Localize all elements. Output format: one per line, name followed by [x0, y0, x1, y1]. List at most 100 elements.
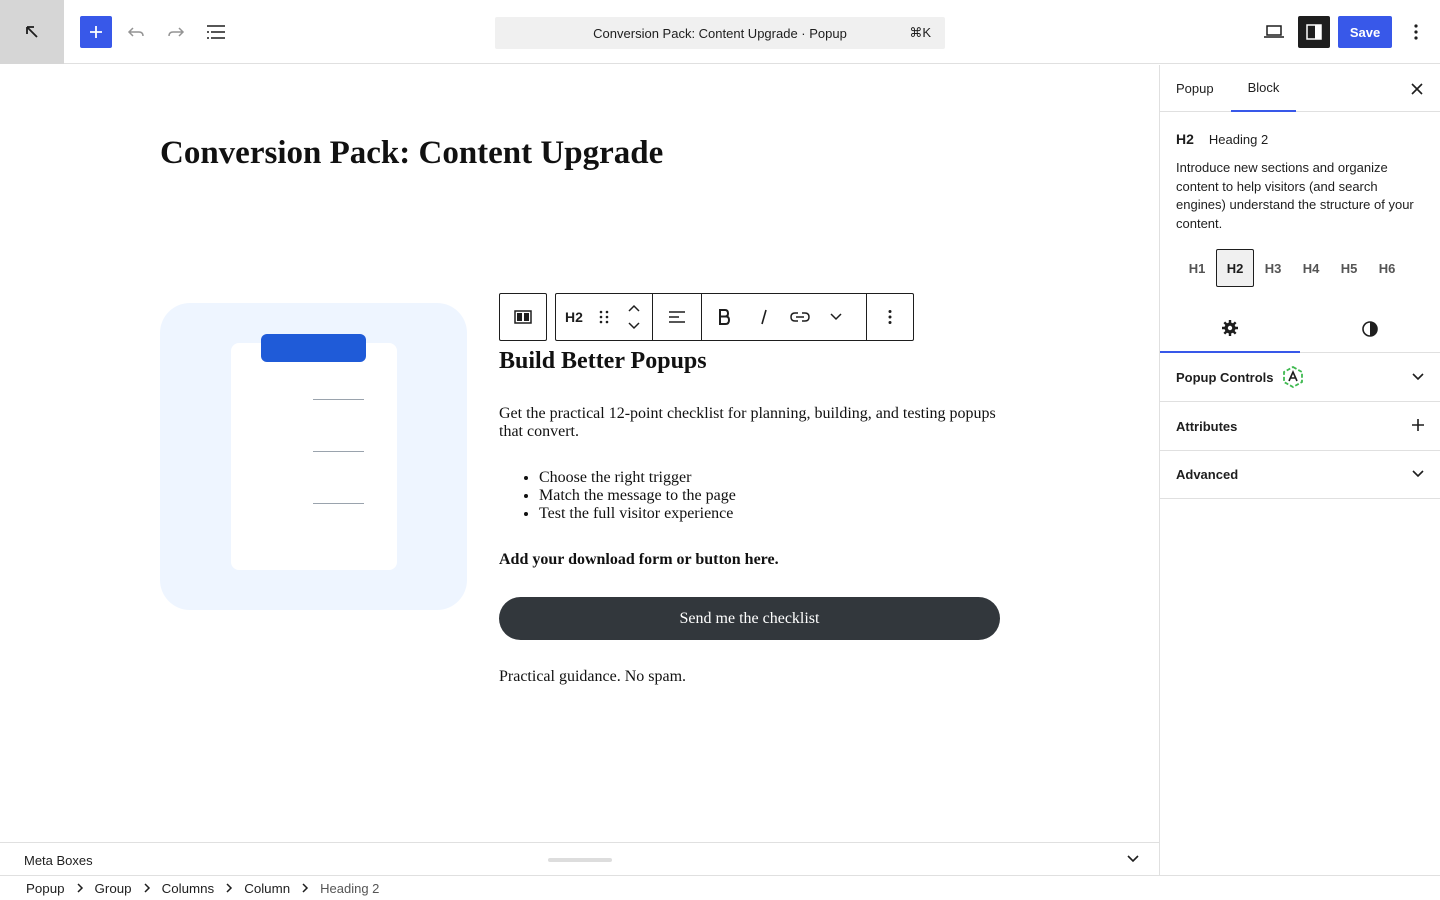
chevron-down-icon — [830, 313, 842, 321]
options-button[interactable] — [1400, 16, 1432, 48]
breadcrumb-item[interactable]: Group — [87, 881, 140, 896]
undo-button[interactable] — [120, 16, 152, 48]
panel-title: Popup Controls — [1176, 369, 1274, 385]
chevron-down-icon — [1411, 369, 1425, 386]
breadcrumb-current: Heading 2 — [320, 880, 380, 896]
checklist-image[interactable] — [160, 303, 467, 610]
page-title[interactable]: Conversion Pack: Content Upgrade — [160, 135, 663, 172]
inspector-tabs — [1160, 305, 1440, 353]
list-view-icon — [207, 25, 225, 39]
desktop-icon — [1264, 25, 1284, 38]
level-h5-button[interactable]: H5 — [1330, 249, 1368, 287]
document-overview-button[interactable] — [200, 16, 232, 48]
drag-handle[interactable] — [592, 294, 616, 340]
settings-sidebar: Popup Block H2 Heading 2 Introduce new s… — [1159, 65, 1440, 875]
panel-title: Attributes — [1176, 418, 1238, 434]
italic-icon — [761, 309, 767, 325]
sidebar-icon — [1306, 24, 1322, 40]
tab-popup[interactable]: Popup — [1160, 65, 1230, 112]
bold-button[interactable] — [702, 294, 746, 340]
checklist-line — [313, 451, 364, 452]
resize-handle[interactable] — [548, 858, 612, 862]
form-placeholder-text[interactable]: Add your download form or button here. — [499, 551, 779, 569]
chevron-down-icon[interactable] — [1126, 851, 1140, 870]
command-palette-bar[interactable]: Conversion Pack: Content Upgrade · Popup… — [495, 17, 945, 49]
block-breadcrumb: Popup Group Columns Column Heading 2 — [0, 875, 1440, 900]
plus-icon — [1411, 418, 1425, 435]
chevron-right-icon — [73, 881, 87, 895]
preview-button[interactable] — [1258, 16, 1290, 48]
breadcrumb-item[interactable]: Column — [236, 881, 298, 896]
redo-icon — [168, 27, 185, 37]
meta-boxes-bar[interactable]: Meta Boxes — [0, 842, 1159, 875]
heading-level-selector: H1 H2 H3 H4 H5 H6 — [1178, 249, 1406, 287]
clipboard-clip — [261, 334, 366, 362]
block-main-group: H2 — [555, 293, 914, 341]
list-item: Test the full visitor experience — [539, 505, 736, 523]
more-vertical-icon — [1414, 24, 1418, 40]
italic-button[interactable] — [746, 294, 782, 340]
level-h4-button[interactable]: H4 — [1292, 249, 1330, 287]
popup-maker-icon — [1282, 366, 1304, 388]
tab-settings[interactable] — [1160, 305, 1300, 353]
contrast-icon — [1362, 321, 1378, 337]
chevron-right-icon — [140, 881, 154, 895]
select-parent-button[interactable] — [505, 294, 541, 340]
level-h3-button[interactable]: H3 — [1254, 249, 1292, 287]
block-type-icon: H2 — [1176, 131, 1194, 147]
undo-icon — [127, 27, 144, 37]
close-icon — [1411, 83, 1423, 95]
more-vertical-icon — [888, 310, 892, 324]
bold-icon — [719, 309, 730, 325]
clipboard-illustration — [231, 343, 397, 570]
benefits-list[interactable]: Choose the right trigger Match the messa… — [539, 469, 736, 523]
link-icon — [790, 312, 810, 322]
drag-icon — [599, 310, 609, 324]
tab-block[interactable]: Block — [1231, 65, 1296, 112]
shortcut-label: ⌘K — [909, 25, 931, 40]
advanced-panel[interactable]: Advanced — [1160, 450, 1440, 499]
plus-icon — [90, 26, 102, 38]
tab-styles[interactable] — [1300, 305, 1440, 353]
align-left-icon — [669, 311, 685, 323]
block-title: Heading 2 — [1208, 131, 1269, 147]
arrow-up-left-icon — [26, 26, 38, 38]
panel-title: Advanced — [1176, 466, 1239, 482]
popup-controls-panel[interactable]: Popup Controls — [1160, 353, 1440, 402]
block-toolbar: H2 — [499, 293, 914, 341]
link-button[interactable] — [782, 294, 818, 340]
breadcrumb-item[interactable]: Popup — [18, 881, 73, 896]
send-checklist-button[interactable]: Send me the checklist — [499, 597, 1000, 640]
checklist-line — [313, 503, 364, 504]
redo-button[interactable] — [160, 16, 192, 48]
level-h1-button[interactable]: H1 — [1178, 249, 1216, 287]
sidebar-tabs: Popup Block — [1160, 65, 1440, 112]
breadcrumb-item[interactable]: Columns — [154, 881, 223, 896]
columns-icon — [514, 310, 532, 324]
block-card: H2 Heading 2 Introduce new sections and … — [1176, 131, 1426, 233]
align-text-button[interactable] — [653, 294, 701, 340]
close-sidebar-button[interactable] — [1405, 77, 1429, 101]
popup-description[interactable]: Get the practical 12-point checklist for… — [499, 405, 1009, 441]
move-up-down-button[interactable] — [616, 294, 652, 340]
editor-canvas: Conversion Pack: Content Upgrade H2 Buil… — [0, 65, 1159, 842]
save-button[interactable]: Save — [1338, 16, 1392, 48]
footnote-text[interactable]: Practical guidance. No spam. — [499, 668, 686, 686]
heading-level-button[interactable]: H2 — [556, 294, 592, 340]
level-h6-button[interactable]: H6 — [1368, 249, 1406, 287]
block-options-button[interactable] — [867, 294, 913, 340]
settings-toggle-button[interactable] — [1298, 16, 1330, 48]
popup-heading[interactable]: Build Better Popups — [499, 348, 707, 375]
chevron-right-icon — [222, 881, 236, 895]
parent-selector-group — [499, 293, 547, 341]
attributes-panel[interactable]: Attributes — [1160, 402, 1440, 451]
more-formatting-button[interactable] — [818, 294, 854, 340]
block-description: Introduce new sections and organize cont… — [1176, 160, 1414, 231]
gear-icon — [1222, 320, 1238, 336]
editor-header: Conversion Pack: Content Upgrade · Popup… — [0, 0, 1440, 64]
level-h2-button[interactable]: H2 — [1216, 249, 1254, 287]
site-icon-button[interactable] — [0, 0, 64, 64]
chevron-up-down-icon — [628, 304, 640, 330]
add-block-button[interactable] — [80, 16, 112, 48]
meta-boxes-label: Meta Boxes — [24, 853, 93, 868]
